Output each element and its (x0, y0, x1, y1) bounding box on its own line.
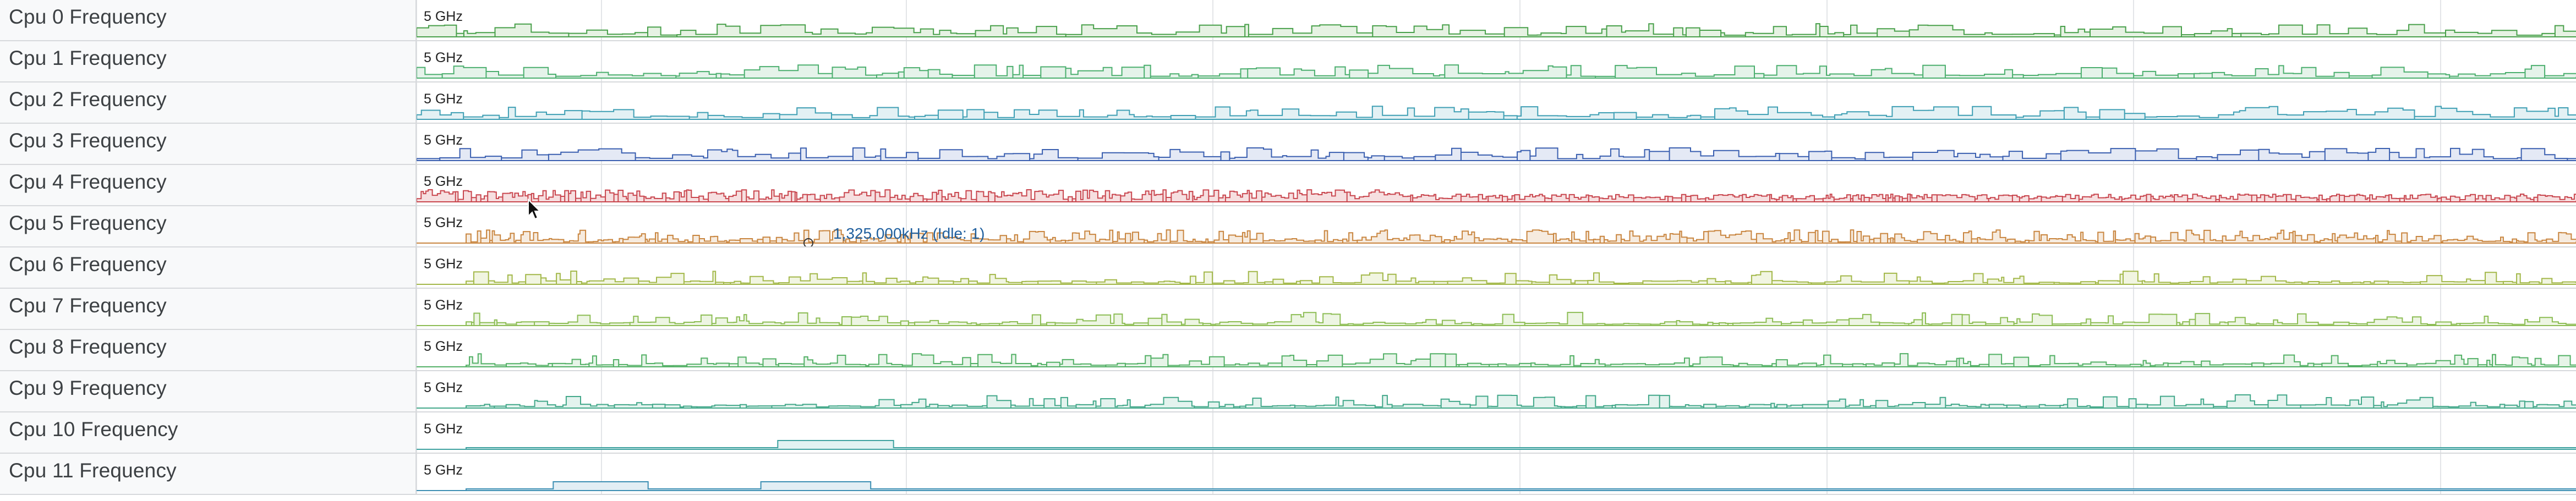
track-header[interactable]: Cpu 8 Frequency (0, 330, 417, 370)
frequency-graph[interactable]: 5 GHz (417, 412, 2576, 453)
frequency-series (417, 454, 2576, 494)
track-title: Cpu 2 Frequency (9, 88, 167, 111)
track-title: Cpu 9 Frequency (9, 377, 167, 399)
scale-label: 5 GHz (424, 298, 463, 313)
scale-label: 5 GHz (424, 339, 463, 354)
scale-label: 5 GHz (424, 380, 463, 395)
track-header[interactable]: Cpu 11 Frequency (0, 454, 417, 494)
cpu-frequency-track[interactable]: Cpu 4 Frequency 5 GHz (0, 165, 2576, 206)
frequency-line (417, 394, 2576, 409)
mouse-pointer-icon (528, 199, 542, 220)
track-header[interactable]: Cpu 5 Frequency (0, 206, 417, 246)
cpu-frequency-track[interactable]: Cpu 5 Frequency 5 GHz (0, 206, 2576, 247)
scale-label: 5 GHz (424, 9, 463, 24)
frequency-series (417, 124, 2576, 164)
frequency-line (417, 189, 2576, 202)
track-header[interactable]: Cpu 3 Frequency (0, 124, 417, 164)
frequency-graph[interactable]: 5 GHz (417, 454, 2576, 494)
track-title: Cpu 10 Frequency (9, 418, 178, 441)
track-header[interactable]: Cpu 1 Frequency (0, 41, 417, 81)
scale-label: 5 GHz (424, 256, 463, 272)
track-title: Cpu 8 Frequency (9, 335, 167, 358)
track-title: Cpu 4 Frequency (9, 170, 167, 193)
cpu-frequency-track[interactable]: Cpu 9 Frequency 5 GHz (0, 371, 2576, 412)
frequency-graph[interactable]: 5 GHz (417, 165, 2576, 205)
track-header[interactable]: Cpu 10 Frequency (0, 412, 417, 453)
frequency-line (417, 23, 2576, 37)
frequency-series (417, 330, 2576, 370)
frequency-graph[interactable]: 5 GHz (417, 82, 2576, 123)
cpu-frequency-track[interactable]: Cpu 10 Frequency 5 GHz (0, 412, 2576, 454)
track-title: Cpu 7 Frequency (9, 294, 167, 317)
frequency-line (417, 312, 2576, 326)
frequency-series (417, 412, 2576, 453)
cpu-frequency-track[interactable]: Cpu 3 Frequency 5 GHz (0, 124, 2576, 165)
cpu-frequency-track[interactable]: Cpu 1 Frequency 5 GHz (0, 41, 2576, 82)
frequency-line (417, 440, 2576, 450)
hover-value-tooltip: 1,325,000kHz (Idle: 1) (833, 225, 985, 242)
track-title: Cpu 5 Frequency (9, 212, 167, 234)
frequency-graph[interactable]: 5 GHz (417, 247, 2576, 288)
frequency-graph[interactable]: 5 GHz (417, 0, 2576, 40)
frequency-graph[interactable]: 5 GHz (417, 41, 2576, 81)
track-header[interactable]: Cpu 4 Frequency (0, 165, 417, 205)
cpu-frequency-track[interactable]: Cpu 7 Frequency 5 GHz (0, 289, 2576, 330)
cpu-frequency-track[interactable]: Cpu 0 Frequency 5 GHz (0, 0, 2576, 41)
frequency-series (417, 247, 2576, 288)
frequency-line (417, 147, 2576, 161)
frequency-line (417, 106, 2576, 120)
frequency-graph[interactable]: 5 GHz (417, 330, 2576, 370)
frequency-line (417, 481, 2576, 491)
scale-label: 5 GHz (424, 133, 463, 148)
scale-label: 5 GHz (424, 174, 463, 189)
track-title: Cpu 3 Frequency (9, 129, 167, 152)
track-header[interactable]: Cpu 7 Frequency (0, 289, 417, 329)
scale-label: 5 GHz (424, 50, 463, 65)
cpu-frequency-track[interactable]: Cpu 8 Frequency 5 GHz (0, 330, 2576, 371)
frequency-series (417, 41, 2576, 81)
frequency-graph[interactable]: 5 GHz (417, 206, 2576, 246)
track-header[interactable]: Cpu 0 Frequency (0, 0, 417, 40)
frequency-line (417, 353, 2576, 367)
cpu-frequency-track[interactable]: Cpu 6 Frequency 5 GHz (0, 247, 2576, 289)
frequency-graph[interactable]: 5 GHz (417, 371, 2576, 411)
frequency-graph[interactable]: 5 GHz (417, 124, 2576, 164)
scale-label: 5 GHz (424, 215, 463, 230)
frequency-series (417, 206, 2576, 246)
track-header[interactable]: Cpu 2 Frequency (0, 82, 417, 123)
frequency-line (417, 64, 2576, 79)
cpu-frequency-track[interactable]: Cpu 2 Frequency 5 GHz (0, 82, 2576, 124)
track-title: Cpu 11 Frequency (9, 459, 177, 482)
track-title: Cpu 1 Frequency (9, 47, 167, 69)
track-header[interactable]: Cpu 9 Frequency (0, 371, 417, 411)
frequency-line (417, 271, 2576, 285)
frequency-graph[interactable]: 5 GHz (417, 289, 2576, 329)
frequency-series (417, 82, 2576, 123)
track-list: Cpu 0 Frequency 5 GHz Cpu 1 Frequency 5 GHz… (0, 0, 2576, 501)
scale-label: 5 GHz (424, 421, 463, 437)
frequency-series (417, 371, 2576, 411)
frequency-series (417, 289, 2576, 329)
scale-label: 5 GHz (424, 91, 463, 107)
scale-label: 5 GHz (424, 463, 463, 478)
track-header[interactable]: Cpu 6 Frequency (0, 247, 417, 288)
frequency-series (417, 165, 2576, 205)
track-title: Cpu 6 Frequency (9, 253, 167, 276)
frequency-line (417, 229, 2576, 244)
frequency-series (417, 0, 2576, 40)
track-title: Cpu 0 Frequency (9, 5, 167, 28)
cpu-frequency-track[interactable]: Cpu 11 Frequency 5 GHz (0, 454, 2576, 495)
